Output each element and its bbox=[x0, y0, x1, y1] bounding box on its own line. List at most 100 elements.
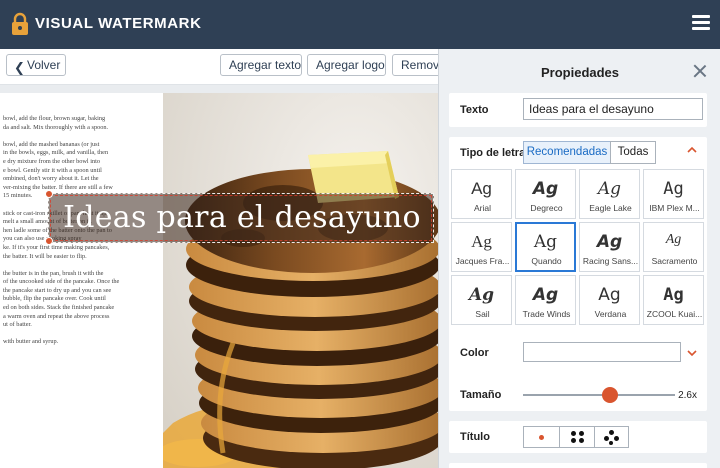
next-section bbox=[449, 463, 707, 468]
add-logo-button[interactable]: Agregar logo bbox=[307, 54, 386, 76]
title-section: Título bbox=[449, 421, 707, 453]
font-sample: Ag bbox=[471, 232, 492, 251]
font-name: ZCOOL Kuai... bbox=[646, 309, 703, 319]
font-sample: Ag bbox=[532, 179, 559, 199]
size-value: 2.6x bbox=[678, 390, 697, 401]
size-slider-thumb[interactable] bbox=[601, 387, 618, 403]
resize-handle[interactable] bbox=[45, 190, 53, 198]
recipe-line: da and salt. Mix thoroughly with a spoon… bbox=[3, 123, 109, 131]
five-dots-icon[interactable] bbox=[594, 427, 629, 447]
color-picker[interactable] bbox=[523, 342, 681, 362]
font-name: Quando bbox=[531, 256, 562, 266]
recipe-line: bubble, flip the pancake over. Cook unti… bbox=[3, 295, 106, 303]
font-option[interactable]: Ag Trade Winds bbox=[515, 275, 576, 325]
recipe-line: of the uncooked side of the pancake. Onc… bbox=[3, 278, 120, 286]
font-sample: Ag bbox=[533, 232, 558, 252]
four-dots-icon[interactable] bbox=[559, 427, 594, 447]
font-option[interactable]: Ag Jacques Fra... bbox=[451, 222, 512, 272]
recipe-line: the pancake start to dry up and you can … bbox=[3, 286, 112, 294]
recipe-line bbox=[3, 261, 163, 270]
recipe-line: ombined, don't worry about it. Let the bbox=[3, 175, 99, 183]
color-label: Color bbox=[460, 347, 489, 359]
image-canvas: bowl, add the flour, brown sugar, baking… bbox=[0, 85, 438, 468]
font-sample: Ag bbox=[596, 232, 623, 252]
recipe-line: e dry mixture from the other bowl into bbox=[3, 157, 101, 165]
close-icon[interactable] bbox=[693, 64, 707, 78]
text-label: Texto bbox=[460, 104, 489, 116]
font-sample: Ag bbox=[597, 179, 622, 199]
tab-all[interactable]: Todas bbox=[610, 141, 656, 164]
font-name: Eagle Lake bbox=[589, 203, 632, 213]
text-input[interactable]: Ideas para el desayuno bbox=[523, 98, 703, 120]
font-name: Sacramento bbox=[651, 256, 698, 266]
font-option[interactable]: Ag Eagle Lake bbox=[579, 169, 640, 219]
font-option[interactable]: Ag Arial bbox=[451, 169, 512, 219]
recipe-line: ed on both sides. Stack the finished pan… bbox=[3, 304, 115, 312]
title-label: Título bbox=[460, 431, 490, 443]
font-option[interactable]: Ag Verdana bbox=[579, 275, 640, 325]
app-header: VISUAL WATERMARK bbox=[0, 0, 720, 49]
recipe-line: a warm oven and repeat the above process bbox=[3, 312, 110, 320]
toolbar: ❮ Volver Agregar texto Agregar logo Remo… bbox=[0, 49, 452, 85]
size-label: Tamaño bbox=[460, 389, 502, 401]
size-slider-track[interactable] bbox=[523, 394, 675, 396]
font-name: Trade Winds bbox=[522, 309, 571, 319]
text-section: Texto Ideas para el desayuno bbox=[449, 93, 707, 127]
app-title: VISUAL WATERMARK bbox=[35, 15, 202, 32]
recipe-line bbox=[3, 330, 163, 339]
font-label: Tipo de letra bbox=[460, 147, 526, 159]
font-option[interactable]: Ag IBM Plex M... bbox=[643, 169, 704, 219]
recipe-line: the butter is in the pan, brush it with … bbox=[3, 269, 104, 277]
recipe-line: ke. If it's your first time making panca… bbox=[3, 243, 110, 251]
font-name: Degreco bbox=[530, 203, 563, 213]
font-option[interactable]: Ag ZCOOL Kuai... bbox=[643, 275, 704, 325]
recipe-line: in the bowls, eggs, milk, and vanilla, t… bbox=[3, 149, 109, 157]
font-name: Jacques Fra... bbox=[455, 256, 510, 266]
recipe-line: e bowl. Gently stir it with a spoon unti… bbox=[3, 166, 102, 174]
font-option[interactable]: Ag Racing Sans... bbox=[579, 222, 640, 272]
recipe-line: bowl, add the flour, brown sugar, baking bbox=[3, 115, 106, 122]
font-sample: Ag bbox=[532, 285, 559, 305]
back-button[interactable]: ❮ Volver bbox=[6, 54, 66, 76]
recipe-line: the batter. It will be easier to flip. bbox=[3, 252, 87, 260]
font-sample: Ag bbox=[663, 179, 684, 199]
font-name: Sail bbox=[475, 309, 490, 319]
font-sample: Ag bbox=[471, 179, 492, 198]
hamburger-icon[interactable] bbox=[692, 15, 710, 31]
panel-header: Propiedades bbox=[439, 49, 720, 91]
watermark-text: Ideas para el desayuno bbox=[63, 200, 421, 235]
recipe-line: ut of batter. bbox=[3, 321, 32, 329]
tab-recommended[interactable]: Recomendadas bbox=[523, 141, 611, 164]
chevron-down-icon[interactable] bbox=[687, 348, 697, 358]
font-option[interactable]: Ag Quando bbox=[515, 222, 576, 272]
pancake-image bbox=[163, 93, 438, 468]
font-option[interactable]: Ag Sail bbox=[451, 275, 512, 325]
recipe-page: bowl, add the flour, brown sugar, baking… bbox=[0, 93, 163, 468]
pancake-photo bbox=[163, 93, 438, 468]
single-dot-icon[interactable] bbox=[524, 427, 559, 447]
resize-handle[interactable] bbox=[45, 237, 53, 245]
back-button-label: Volver bbox=[27, 58, 61, 72]
font-sample: Ag bbox=[663, 285, 684, 305]
recipe-line: with butter and syrup. bbox=[3, 338, 59, 346]
color-section: Color bbox=[449, 337, 707, 369]
recipe-line: ver-mixing the batter. If there are stil… bbox=[3, 183, 113, 191]
font-sample: Ag bbox=[598, 285, 621, 305]
watermark-text-box[interactable]: Ideas para el desayuno bbox=[45, 190, 434, 245]
font-option[interactable]: Ag Degreco bbox=[515, 169, 576, 219]
chevron-left-icon: ❮ bbox=[14, 60, 25, 75]
font-name: IBM Plex M... bbox=[649, 203, 700, 213]
font-name: Arial bbox=[473, 203, 491, 213]
title-options bbox=[523, 426, 629, 448]
recipe-line bbox=[3, 132, 163, 141]
font-sample: Ag bbox=[468, 285, 495, 305]
chevron-up-icon[interactable] bbox=[687, 145, 697, 155]
lock-icon bbox=[12, 12, 28, 35]
recipe-line: bowl, add the mashed bananas (or just bbox=[3, 140, 100, 148]
add-text-button[interactable]: Agregar texto bbox=[220, 54, 302, 76]
panel-title: Propiedades bbox=[540, 65, 620, 80]
size-section: Tamaño 2.6x bbox=[449, 379, 707, 411]
font-sample: Ag bbox=[665, 232, 682, 247]
font-option[interactable]: Ag Sacramento bbox=[643, 222, 704, 272]
font-name: Racing Sans... bbox=[582, 256, 639, 266]
